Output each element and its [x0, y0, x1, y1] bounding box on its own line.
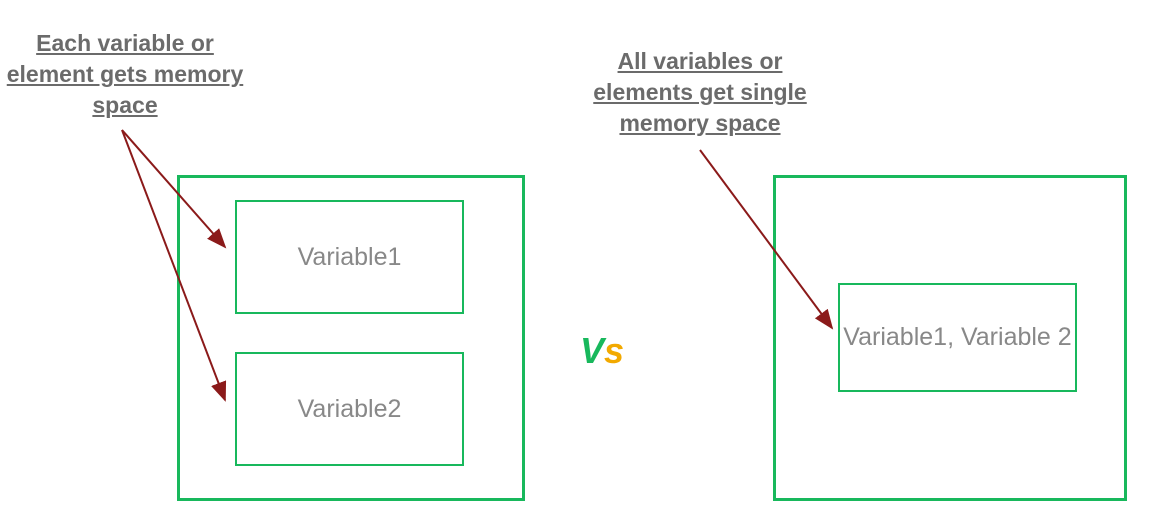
left-variable1-text: Variable1 [298, 241, 402, 274]
left-variable2-box: Variable2 [235, 352, 464, 466]
left-label: Each variable or element gets memory spa… [0, 28, 250, 121]
left-variable1-box: Variable1 [235, 200, 464, 314]
vs-label: Vs [580, 330, 624, 372]
right-variable-text: Variable1, Variable 2 [843, 321, 1071, 354]
right-outer-box: Variable1, Variable 2 [773, 175, 1127, 501]
right-label: All variables or elements get single mem… [570, 46, 830, 139]
left-outer-box: Variable1 Variable2 [177, 175, 525, 501]
left-variable2-text: Variable2 [298, 393, 402, 426]
vs-v: V [580, 330, 604, 371]
right-variable-box: Variable1, Variable 2 [838, 283, 1077, 392]
vs-s: s [604, 330, 624, 371]
